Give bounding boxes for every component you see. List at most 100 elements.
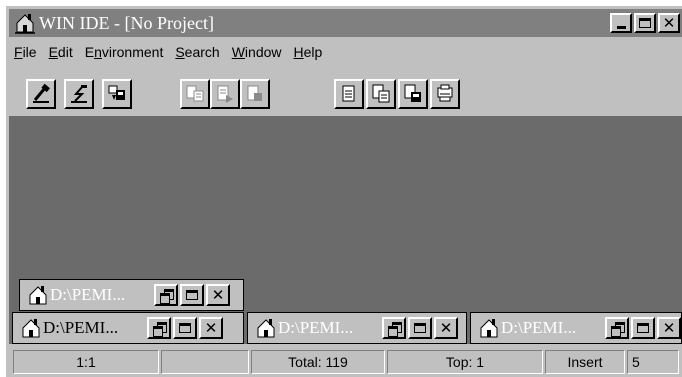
maximize-button[interactable] xyxy=(631,317,655,339)
status-bar: 1:1 Total: 119 Top: 1 Insert 5 xyxy=(9,348,682,377)
stop-icon xyxy=(247,85,262,101)
toolbar xyxy=(12,76,682,116)
step-icon xyxy=(217,85,233,103)
close-icon: ✕ xyxy=(662,318,676,337)
minimized-window-active[interactable]: D:\PEMI... ✕ xyxy=(12,312,244,344)
window-title: D:\PEMI... xyxy=(43,318,119,337)
menu-label-post: earch xyxy=(184,44,220,60)
menu-file[interactable]: File xyxy=(12,44,45,66)
app-house-icon xyxy=(15,12,35,34)
menu-label-accel: E xyxy=(48,44,58,60)
print-button[interactable] xyxy=(430,79,460,109)
status-mode: Insert xyxy=(545,350,625,374)
status-empty xyxy=(161,350,249,374)
restore-button[interactable] xyxy=(382,317,406,339)
maximize-button[interactable] xyxy=(180,284,204,306)
menu-label-post: ile xyxy=(22,44,37,60)
restore-icon xyxy=(152,322,167,337)
app-house-icon xyxy=(28,284,48,306)
app-house-icon xyxy=(479,317,499,339)
restore-icon xyxy=(610,322,625,337)
debug-icon xyxy=(186,85,204,102)
restore-button[interactable] xyxy=(147,317,171,339)
compile-button[interactable] xyxy=(26,79,56,109)
menu-help[interactable]: Help xyxy=(292,44,331,66)
close-button[interactable]: ✕ xyxy=(658,13,680,33)
maximize-button[interactable] xyxy=(634,13,656,33)
menu-window[interactable]: Window xyxy=(230,44,290,66)
restore-icon xyxy=(387,322,402,337)
stop-button[interactable] xyxy=(240,79,270,109)
maximize-icon xyxy=(637,323,649,333)
close-button[interactable]: ✕ xyxy=(206,284,230,306)
status-position: 1:1 xyxy=(13,350,159,374)
window-title: D:\PEMI... xyxy=(278,318,354,337)
window-title: WIN IDE - [No Project] xyxy=(39,12,214,33)
window-controls: ✕ xyxy=(610,13,680,33)
close-button[interactable]: ✕ xyxy=(657,317,681,339)
close-icon: ✕ xyxy=(662,13,676,32)
restore-button[interactable] xyxy=(154,284,178,306)
close-button[interactable]: ✕ xyxy=(434,317,458,339)
window-controls: ✕ xyxy=(154,284,230,306)
download-button[interactable] xyxy=(102,79,132,109)
status-top: Top: 1 xyxy=(387,350,543,374)
restore-icon xyxy=(159,289,174,304)
menu-label-post: indow xyxy=(244,44,282,60)
status-value: 5 xyxy=(627,350,679,374)
close-icon: ✕ xyxy=(439,318,453,337)
close-icon: ✕ xyxy=(211,285,225,304)
new-file-icon xyxy=(342,85,355,102)
mdi-client-area[interactable]: D:\PEMI... ✕ D:\PEMI... ✕ D:\PEMI... ✕ D… xyxy=(9,116,682,344)
maximize-icon xyxy=(179,323,191,333)
window-controls: ✕ xyxy=(382,317,458,339)
menu-label-accel: S xyxy=(175,44,185,60)
minimized-window[interactable]: D:\PEMI... ✕ xyxy=(470,312,682,344)
maximize-button[interactable] xyxy=(408,317,432,339)
menu-label-post: elp xyxy=(303,44,323,60)
app-house-icon xyxy=(256,317,276,339)
download-icon xyxy=(108,85,125,100)
maximize-icon xyxy=(639,18,651,28)
minimized-window[interactable]: D:\PEMI... ✕ xyxy=(19,279,244,311)
run-icon xyxy=(71,85,87,103)
close-button[interactable]: ✕ xyxy=(199,317,223,339)
maximize-button[interactable] xyxy=(173,317,197,339)
menu-label-post: dit xyxy=(57,44,73,60)
window-controls: ✕ xyxy=(605,317,681,339)
print-icon xyxy=(437,84,453,102)
menu-label-accel: F xyxy=(14,44,23,60)
app-house-icon xyxy=(21,317,41,339)
menu-bar: File Edit Environment Search Window Help xyxy=(12,44,332,66)
restore-button[interactable] xyxy=(605,317,629,339)
window-controls: ✕ xyxy=(147,317,223,339)
main-window: WIN IDE - [No Project] ✕ File Edit Envir… xyxy=(6,6,682,377)
run-button[interactable] xyxy=(64,79,94,109)
compile-icon xyxy=(33,83,50,103)
menu-label-accel: H xyxy=(293,44,304,60)
save-file-button[interactable] xyxy=(398,79,428,109)
open-file-button[interactable] xyxy=(366,79,396,109)
menu-label-pre: E xyxy=(84,44,95,60)
minimized-window[interactable]: D:\PEMI... ✕ xyxy=(247,312,467,344)
minimize-icon xyxy=(616,25,626,29)
menu-label-accel: W xyxy=(231,44,245,60)
title-bar[interactable]: WIN IDE - [No Project] ✕ xyxy=(9,9,682,37)
menu-edit[interactable]: Edit xyxy=(47,44,81,66)
open-file-icon xyxy=(372,84,390,103)
status-total: Total: 119 xyxy=(251,350,385,374)
minimize-button[interactable] xyxy=(610,13,632,33)
window-title: D:\PEMI... xyxy=(501,318,577,337)
window-title: D:\PEMI... xyxy=(50,285,126,304)
save-file-icon xyxy=(404,84,421,102)
menu-search[interactable]: Search xyxy=(173,44,227,66)
menu-label-post: vironment xyxy=(101,44,164,60)
close-icon: ✕ xyxy=(204,318,218,337)
debug-button[interactable] xyxy=(180,79,210,109)
menu-label-accel: n xyxy=(94,44,102,60)
maximize-icon xyxy=(414,323,426,333)
maximize-icon xyxy=(186,290,198,300)
menu-environment[interactable]: Environment xyxy=(83,44,172,66)
step-button[interactable] xyxy=(210,79,240,109)
new-file-button[interactable] xyxy=(334,79,364,109)
